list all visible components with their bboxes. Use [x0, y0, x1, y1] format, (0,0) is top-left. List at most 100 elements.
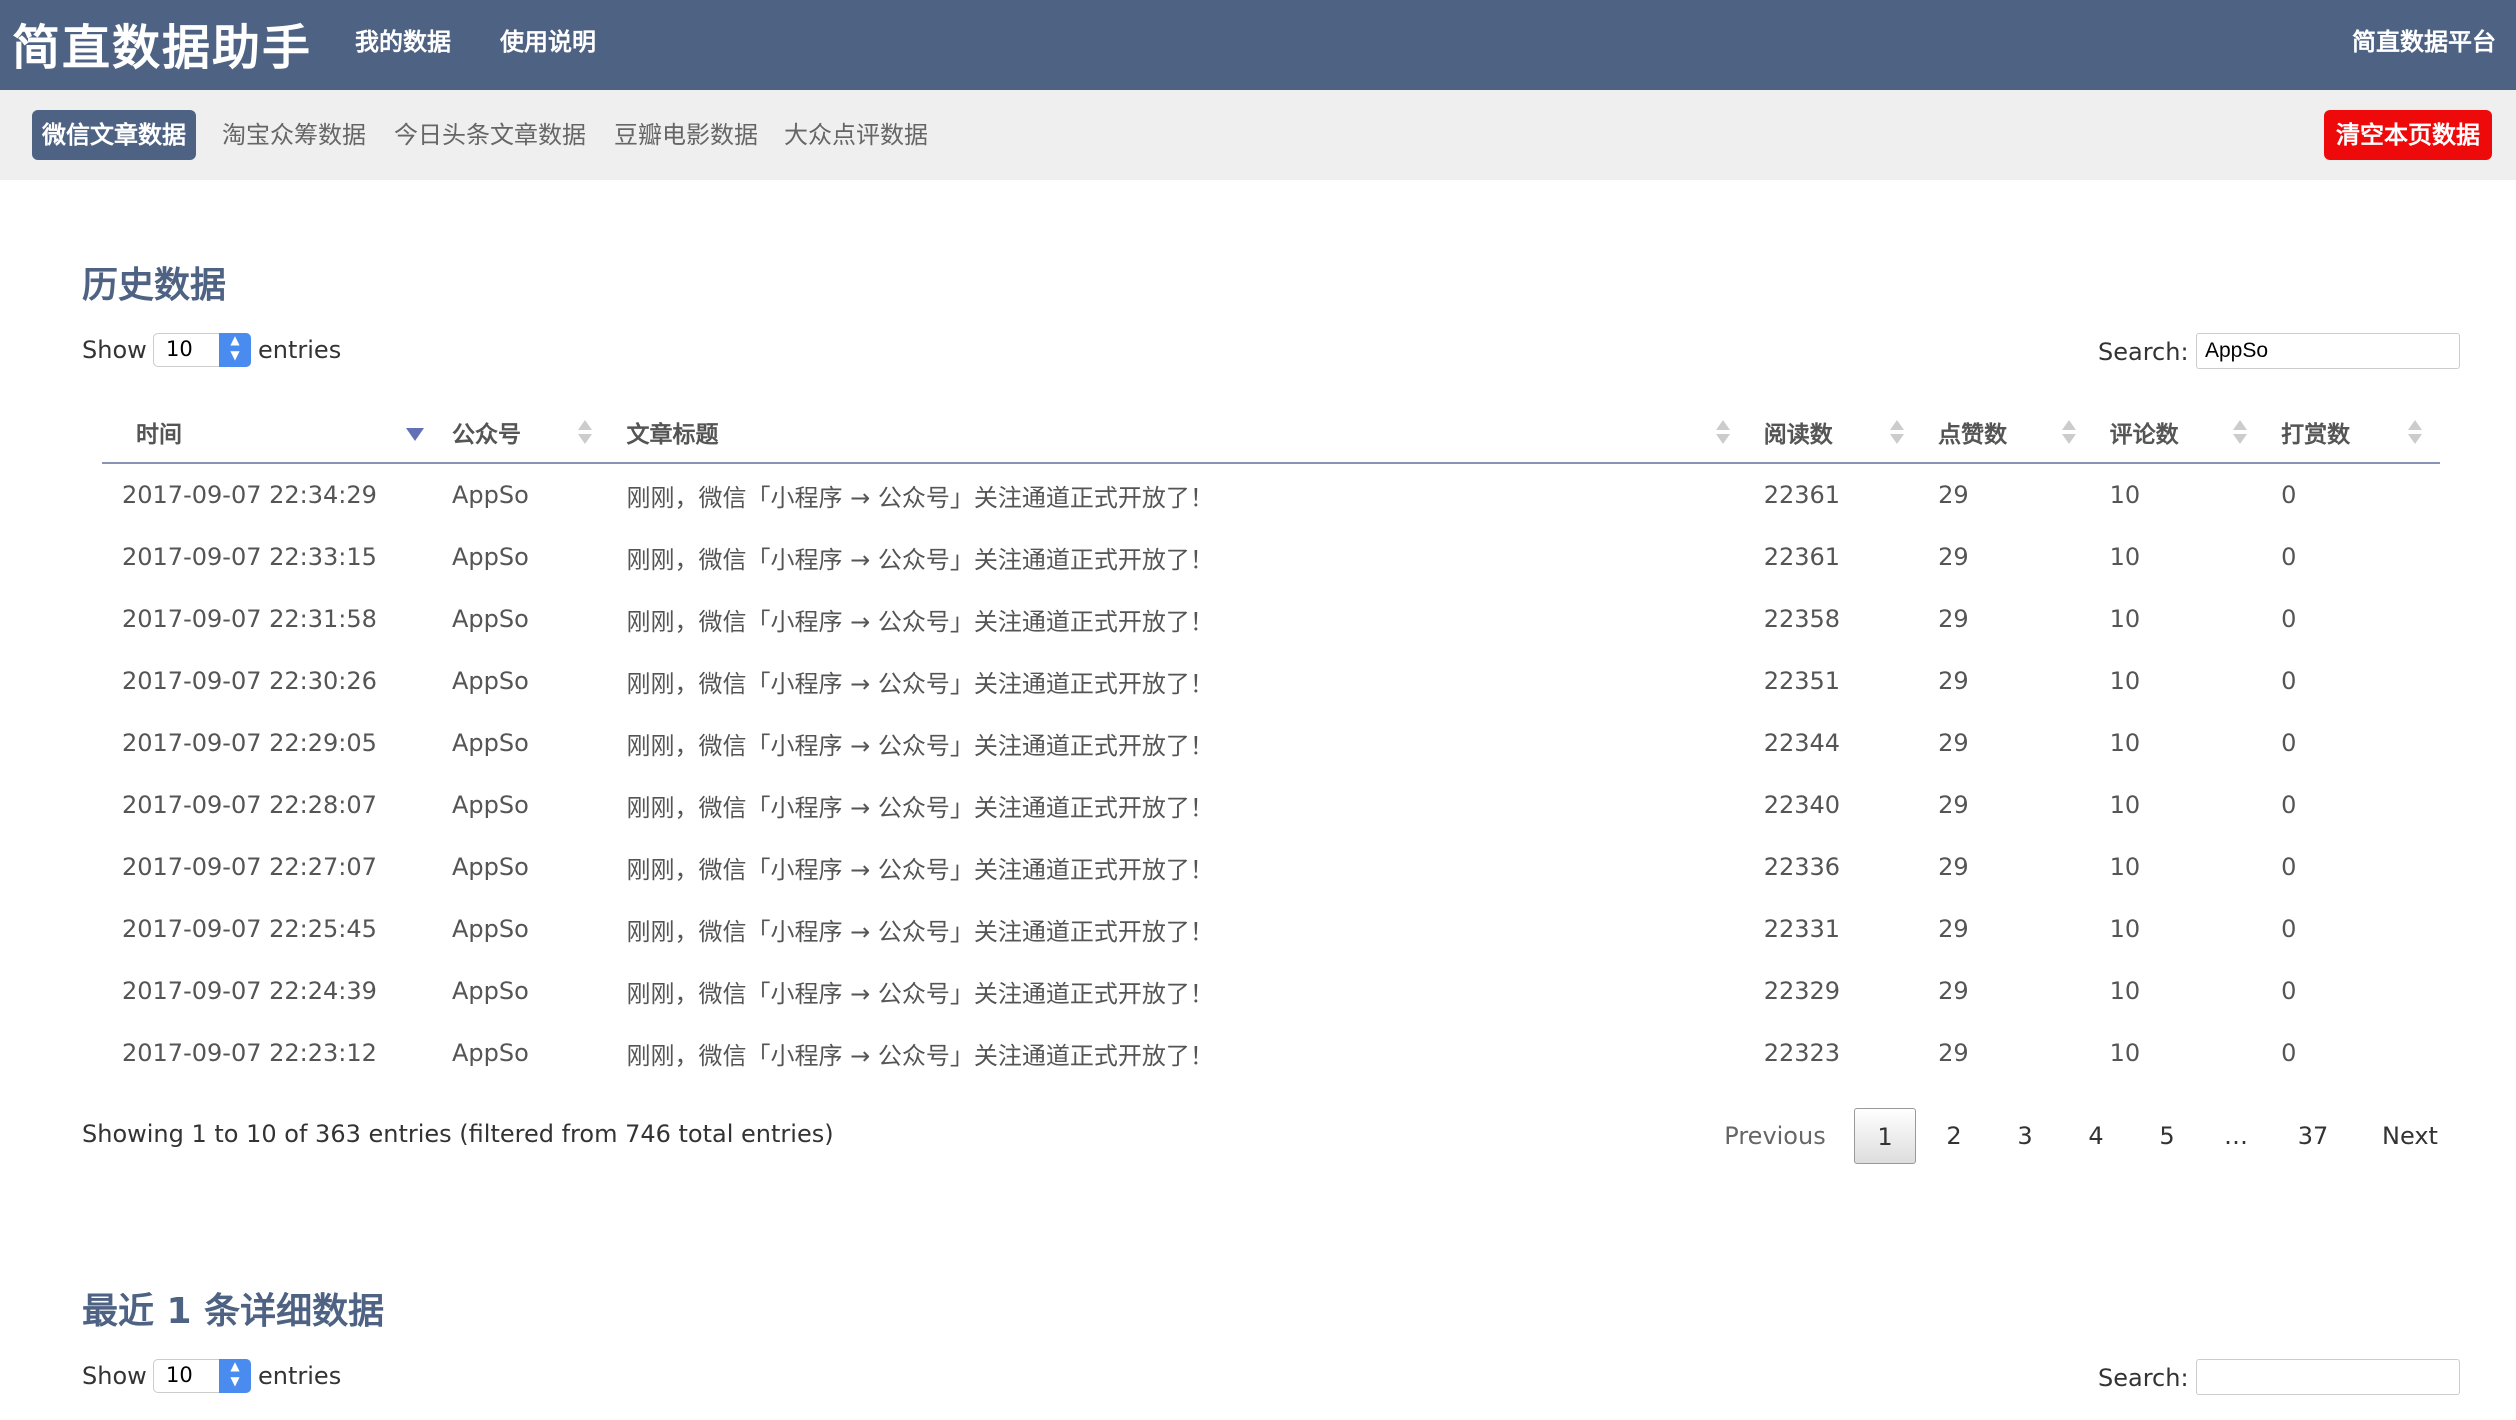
chevron-updown-icon: ▲ ▼: [219, 1359, 251, 1393]
table-cell: 22361: [1763, 543, 1841, 571]
table-cell: 10: [2109, 543, 2141, 571]
tab-taobao-crowdfunding[interactable]: 淘宝众筹数据: [222, 110, 366, 160]
show-label: Show: [82, 336, 147, 364]
table-cell: 22336: [1763, 853, 1841, 881]
column-header-likes[interactable]: 点赞数: [1922, 402, 2094, 464]
table-cell: 刚刚，微信「小程序 → 公众号」关注通道正式开放了！: [626, 607, 1214, 636]
sort-icon: [578, 420, 593, 446]
pagination-page-2[interactable]: 2: [1936, 1108, 1972, 1164]
table-cell: AppSo: [452, 605, 529, 633]
table-row: 2017-09-07 22:23:12 AppSo 刚刚，微信「小程序 → 公众号」…: [102, 1022, 2440, 1084]
column-header-title[interactable]: 文章标题: [610, 402, 1748, 464]
table-cell: 刚刚，微信「小程序 → 公众号」关注通道正式开放了！: [626, 855, 1214, 884]
table-cell: 29: [1938, 605, 1969, 633]
tab-douban-movies[interactable]: 豆瓣电影数据: [614, 110, 758, 160]
table-cell: 2017-09-07 22:23:12: [122, 1039, 377, 1067]
table-cell: 10: [2109, 853, 2141, 881]
table-cell: 0: [2281, 667, 2297, 695]
table-cell: AppSo: [452, 667, 529, 695]
table-cell: 22358: [1763, 605, 1841, 633]
nav-link-my-data[interactable]: 我的数据: [355, 22, 451, 57]
table-cell: 0: [2281, 481, 2297, 509]
table-cell: 0: [2281, 977, 2297, 1005]
tab-toutiao-articles[interactable]: 今日头条文章数据: [394, 110, 586, 160]
table-cell: AppSo: [452, 481, 529, 509]
entries-label: entries: [258, 336, 342, 364]
pagination-page-1[interactable]: 1: [1854, 1108, 1916, 1164]
column-header-rewards[interactable]: 打赏数: [2265, 402, 2440, 464]
table-cell: AppSo: [452, 1039, 529, 1067]
page-size-select[interactable]: 10 ▲ ▼: [153, 1359, 251, 1393]
table-row: 2017-09-07 22:33:15 AppSo 刚刚，微信「小程序 → 公众号」…: [102, 526, 2440, 588]
table-cell: 0: [2281, 915, 2297, 943]
search-input[interactable]: [2196, 333, 2460, 369]
table-cell: 10: [2109, 729, 2141, 757]
pagination-page-5[interactable]: 5: [2149, 1108, 2185, 1164]
table-cell: 10: [2109, 977, 2141, 1005]
history-section-title: 历史数据: [82, 265, 227, 306]
clear-page-data-button[interactable]: 清空本页数据: [2324, 110, 2492, 160]
search-label: Search:: [2098, 338, 2189, 366]
nav-link-usage-guide[interactable]: 使用说明: [500, 22, 596, 57]
table-cell: 29: [1938, 543, 1969, 571]
table-cell: 刚刚，微信「小程序 → 公众号」关注通道正式开放了！: [626, 545, 1214, 574]
table-cell: 0: [2281, 729, 2297, 757]
tab-wechat-articles[interactable]: 微信文章数据: [32, 110, 196, 160]
table-cell: AppSo: [452, 543, 529, 571]
page-size-value: 10: [166, 337, 193, 361]
pagination-page-37[interactable]: 37: [2288, 1108, 2338, 1164]
search-label: Search:: [2098, 1364, 2189, 1392]
show-label: Show: [82, 1362, 147, 1390]
table-cell: 10: [2109, 667, 2141, 695]
table-cell: 刚刚，微信「小程序 → 公众号」关注通道正式开放了！: [626, 669, 1214, 698]
top-navbar: 简直数据助手 我的数据 使用说明 简直数据平台: [0, 0, 2516, 90]
column-label: 公众号: [452, 422, 522, 448]
table-cell: 0: [2281, 605, 2297, 633]
table-row: 2017-09-07 22:24:39 AppSo 刚刚，微信「小程序 → 公众号」…: [102, 960, 2440, 1022]
table-cell: AppSo: [452, 729, 529, 757]
pagination-next[interactable]: Next: [2370, 1108, 2450, 1164]
table-cell: 2017-09-07 22:33:15: [122, 543, 377, 571]
search-input[interactable]: [2196, 1359, 2460, 1395]
pagination-page-4[interactable]: 4: [2078, 1108, 2114, 1164]
table-cell: 22340: [1763, 791, 1841, 819]
table-row: 2017-09-07 22:25:45 AppSo 刚刚，微信「小程序 → 公众号」…: [102, 898, 2440, 960]
column-label: 打赏数: [2281, 422, 2351, 448]
table-info: Showing 1 to 10 of 363 entries (filtered…: [82, 1120, 834, 1148]
table-cell: 10: [2109, 481, 2141, 509]
table-cell: 10: [2109, 791, 2141, 819]
pagination-page-3[interactable]: 3: [2007, 1108, 2043, 1164]
column-label: 文章标题: [626, 422, 719, 448]
brand-title[interactable]: 简直数据助手: [12, 8, 312, 78]
table-row: 2017-09-07 22:29:05 AppSo 刚刚，微信「小程序 → 公众号」…: [102, 712, 2440, 774]
column-label: 时间: [136, 422, 182, 448]
table-cell: AppSo: [452, 915, 529, 943]
table-cell: 刚刚，微信「小程序 → 公众号」关注通道正式开放了！: [626, 793, 1214, 822]
pagination-previous[interactable]: Previous: [1720, 1108, 1830, 1164]
column-header-time[interactable]: 时间: [102, 402, 437, 464]
table-cell: 29: [1938, 481, 1969, 509]
table-cell: 刚刚，微信「小程序 → 公众号」关注通道正式开放了！: [626, 979, 1214, 1008]
tab-dianping[interactable]: 大众点评数据: [784, 110, 928, 160]
table-cell: 0: [2281, 791, 2297, 819]
column-header-comments[interactable]: 评论数: [2093, 402, 2266, 464]
page-size-select[interactable]: 10 ▲ ▼: [153, 333, 251, 367]
column-header-reads[interactable]: 阅读数: [1747, 402, 1923, 464]
table-header-row: 时间 公众号 文章标题 阅读数 点赞数 评论数 打赏数: [102, 402, 2440, 464]
table-cell: 2017-09-07 22:24:39: [122, 977, 377, 1005]
table-cell: 0: [2281, 853, 2297, 881]
table-cell: AppSo: [452, 853, 529, 881]
column-header-account[interactable]: 公众号: [436, 402, 611, 464]
nav-link-platform[interactable]: 简直数据平台: [2352, 22, 2496, 57]
table-cell: 29: [1938, 915, 1969, 943]
table-cell: 0: [2281, 543, 2297, 571]
table-cell: 2017-09-07 22:31:58: [122, 605, 377, 633]
table-cell: 0: [2281, 1039, 2297, 1067]
table-cell: 29: [1938, 977, 1969, 1005]
table-cell: 2017-09-07 22:27:07: [122, 853, 377, 881]
table-cell: 22361: [1763, 481, 1841, 509]
category-tabs: 微信文章数据 淘宝众筹数据 今日头条文章数据 豆瓣电影数据 大众点评数据 清空本…: [0, 90, 2516, 180]
table-cell: AppSo: [452, 977, 529, 1005]
table-cell: 10: [2109, 605, 2141, 633]
column-label: 阅读数: [1763, 422, 1833, 448]
